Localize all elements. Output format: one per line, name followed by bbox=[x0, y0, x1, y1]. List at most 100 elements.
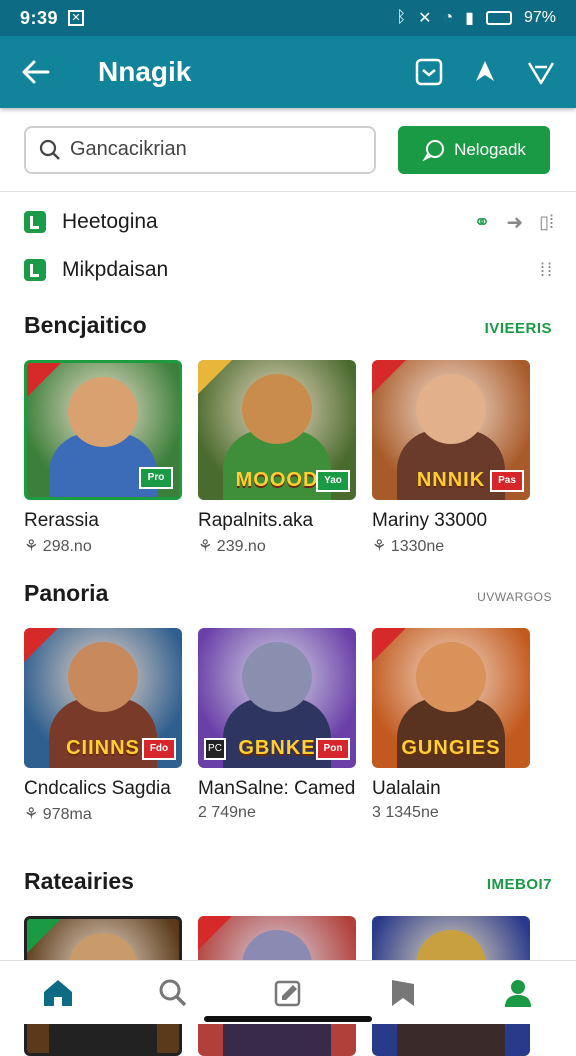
pc-icon: PC bbox=[204, 738, 226, 760]
game-title: Ualalain bbox=[372, 778, 441, 799]
ribbon-icon bbox=[24, 628, 58, 662]
green-square-icon bbox=[24, 211, 46, 233]
quick-link-label: Heetogina bbox=[62, 210, 158, 233]
arrow-right-icon[interactable]: ➜ bbox=[506, 210, 523, 235]
green-square-icon bbox=[24, 259, 46, 281]
nav-profile[interactable] bbox=[488, 968, 548, 1018]
back-arrow-icon[interactable] bbox=[14, 50, 58, 94]
game-title: ManSalne: Cameda bbox=[198, 778, 356, 799]
character-head bbox=[242, 642, 312, 712]
quick-link-1[interactable]: Heetogina ⚭ ➜ ▯⁞ bbox=[24, 198, 554, 246]
status-icons: ᛒ ✕ ◔ ▮ 97% bbox=[396, 8, 556, 28]
game-title: Rapalnits.aka bbox=[198, 510, 314, 531]
bookmark-icon bbox=[392, 979, 415, 1006]
game-meta: ⚘ 239.no bbox=[198, 538, 266, 555]
ribbon-icon bbox=[27, 919, 61, 953]
ribbon-icon bbox=[372, 360, 406, 394]
inbox-icon[interactable] bbox=[408, 51, 450, 93]
bell-icon[interactable] bbox=[464, 51, 506, 93]
game-logo: GUNGIES bbox=[401, 737, 501, 759]
game-badge: Pas bbox=[490, 470, 524, 492]
game-title: Mariny 33000 bbox=[372, 510, 488, 531]
nav-bookmarks[interactable] bbox=[373, 968, 433, 1018]
quick-link-actions: ⚭ ➜ ▯⁞ bbox=[474, 210, 554, 235]
quick-links: Heetogina ⚭ ➜ ▯⁞ Mikpdaisan ⁞⁞ bbox=[24, 198, 554, 294]
search-row: Nelogadk bbox=[0, 108, 576, 192]
section-2: Panoria UVWARGOS CIINNS Fdo Cndcalics Sa… bbox=[24, 580, 552, 824]
quick-link-2[interactable]: Mikpdaisan ⁞⁞ bbox=[24, 246, 554, 294]
game-card[interactable]: Pro Rerassia ⚘ 298.no bbox=[24, 360, 182, 556]
game-meta: ⚘ 1330ne bbox=[372, 538, 445, 555]
search-input[interactable] bbox=[70, 138, 350, 161]
game-thumbnail: NNNIK Pas bbox=[372, 360, 530, 500]
card-row: Pro Rerassia ⚘ 298.no MOOOD Yao Rapalnit… bbox=[24, 360, 552, 556]
character-head bbox=[416, 374, 486, 444]
game-badge: Yao bbox=[316, 470, 350, 492]
nav-search[interactable] bbox=[143, 968, 203, 1018]
profile-icon bbox=[505, 979, 532, 1007]
game-card[interactable]: MOOOD Yao Rapalnits.aka ⚘ 239.no bbox=[198, 360, 356, 556]
section-title: Bencjaitico bbox=[24, 312, 147, 338]
home-icon bbox=[43, 979, 72, 1006]
game-title: Rerassia bbox=[24, 510, 99, 531]
search-icon bbox=[39, 139, 60, 160]
game-card[interactable]: CIINNS Fdo Cndcalics Sagdia ⚘ 978ma bbox=[24, 628, 182, 824]
signal-icon: ▮ bbox=[465, 10, 474, 27]
character-head bbox=[242, 374, 312, 444]
bluetooth-icon: ᛒ bbox=[396, 9, 407, 26]
section-title: Rateairies bbox=[24, 868, 134, 894]
game-thumbnail: CIINNS Fdo bbox=[24, 628, 182, 768]
primary-action-button[interactable]: Nelogadk bbox=[398, 125, 550, 174]
nav-edit[interactable] bbox=[258, 968, 318, 1018]
status-bar: 9:39 ✕ ᛒ ✕ ◔ ▮ 97% bbox=[0, 0, 576, 36]
edit-icon bbox=[274, 980, 301, 1006]
status-time: 9:39 bbox=[20, 7, 59, 28]
card-row: CIINNS Fdo Cndcalics Sagdia ⚘ 978ma GBNK… bbox=[24, 628, 552, 824]
mute-icon: ✕ bbox=[418, 10, 432, 27]
game-meta: ⚘ 978ma bbox=[24, 806, 92, 823]
ribbon-icon bbox=[372, 628, 406, 662]
game-thumbnail: Pro bbox=[24, 360, 182, 500]
see-all-link[interactable]: IMEBOI7 bbox=[487, 876, 552, 893]
game-thumbnail: GUNGIES bbox=[372, 628, 530, 768]
game-meta: ⚘ 298.no bbox=[24, 538, 92, 555]
battery-percent: 97% bbox=[523, 9, 556, 26]
app-bar: Nnagik bbox=[0, 36, 576, 108]
character-head bbox=[68, 377, 138, 447]
search-icon bbox=[159, 979, 187, 1006]
game-badge: Fdo bbox=[142, 738, 176, 760]
game-badge: Pon bbox=[316, 738, 350, 760]
battery-icon bbox=[485, 11, 512, 25]
character-head bbox=[416, 642, 486, 712]
game-card[interactable]: NNNIK Pas Mariny 33000 ⚘ 1330ne bbox=[372, 360, 530, 556]
chat-icon bbox=[422, 139, 445, 161]
app-bar-actions bbox=[408, 51, 562, 93]
see-all-link[interactable]: UVWARGOS bbox=[477, 590, 552, 604]
nav-home[interactable] bbox=[28, 968, 88, 1018]
ribbon-icon bbox=[27, 363, 61, 397]
game-thumbnail: GBNKE PC Pon bbox=[198, 628, 356, 768]
game-meta: 2 749ne bbox=[198, 804, 256, 821]
section-1: Bencjaitico IVIEERIS Pro Rerassia ⚘ 298.… bbox=[24, 312, 552, 556]
quick-link-label: Mikpdaisan bbox=[62, 258, 169, 281]
share-icon[interactable]: ⚭ bbox=[474, 210, 491, 235]
game-meta: 3 1345ne bbox=[372, 804, 439, 821]
drag-handle-icon[interactable]: ⁞⁞ bbox=[540, 260, 554, 281]
game-title: Cndcalics Sagdia bbox=[24, 778, 171, 799]
filter-icon[interactable] bbox=[520, 51, 562, 93]
app-title: Nnagik bbox=[98, 56, 192, 87]
game-card[interactable]: GUNGIES Ualalain 3 1345ne bbox=[372, 628, 530, 824]
game-badge: Pro bbox=[139, 467, 173, 489]
notification-icon: ✕ bbox=[68, 10, 85, 26]
grid-icon[interactable]: ▯⁞ bbox=[539, 212, 554, 233]
search-box[interactable] bbox=[24, 125, 376, 174]
primary-action-label: Nelogadk bbox=[454, 139, 526, 159]
character-head bbox=[68, 642, 138, 712]
bottom-nav bbox=[0, 960, 576, 1024]
quick-link-actions: ⁞⁞ bbox=[540, 260, 554, 281]
home-indicator bbox=[204, 1016, 372, 1022]
see-all-link[interactable]: IVIEERIS bbox=[485, 320, 552, 337]
section-title: Panoria bbox=[24, 580, 109, 606]
game-card[interactable]: GBNKE PC Pon ManSalne: Cameda 2 749ne bbox=[198, 628, 356, 824]
ribbon-icon bbox=[198, 360, 232, 394]
